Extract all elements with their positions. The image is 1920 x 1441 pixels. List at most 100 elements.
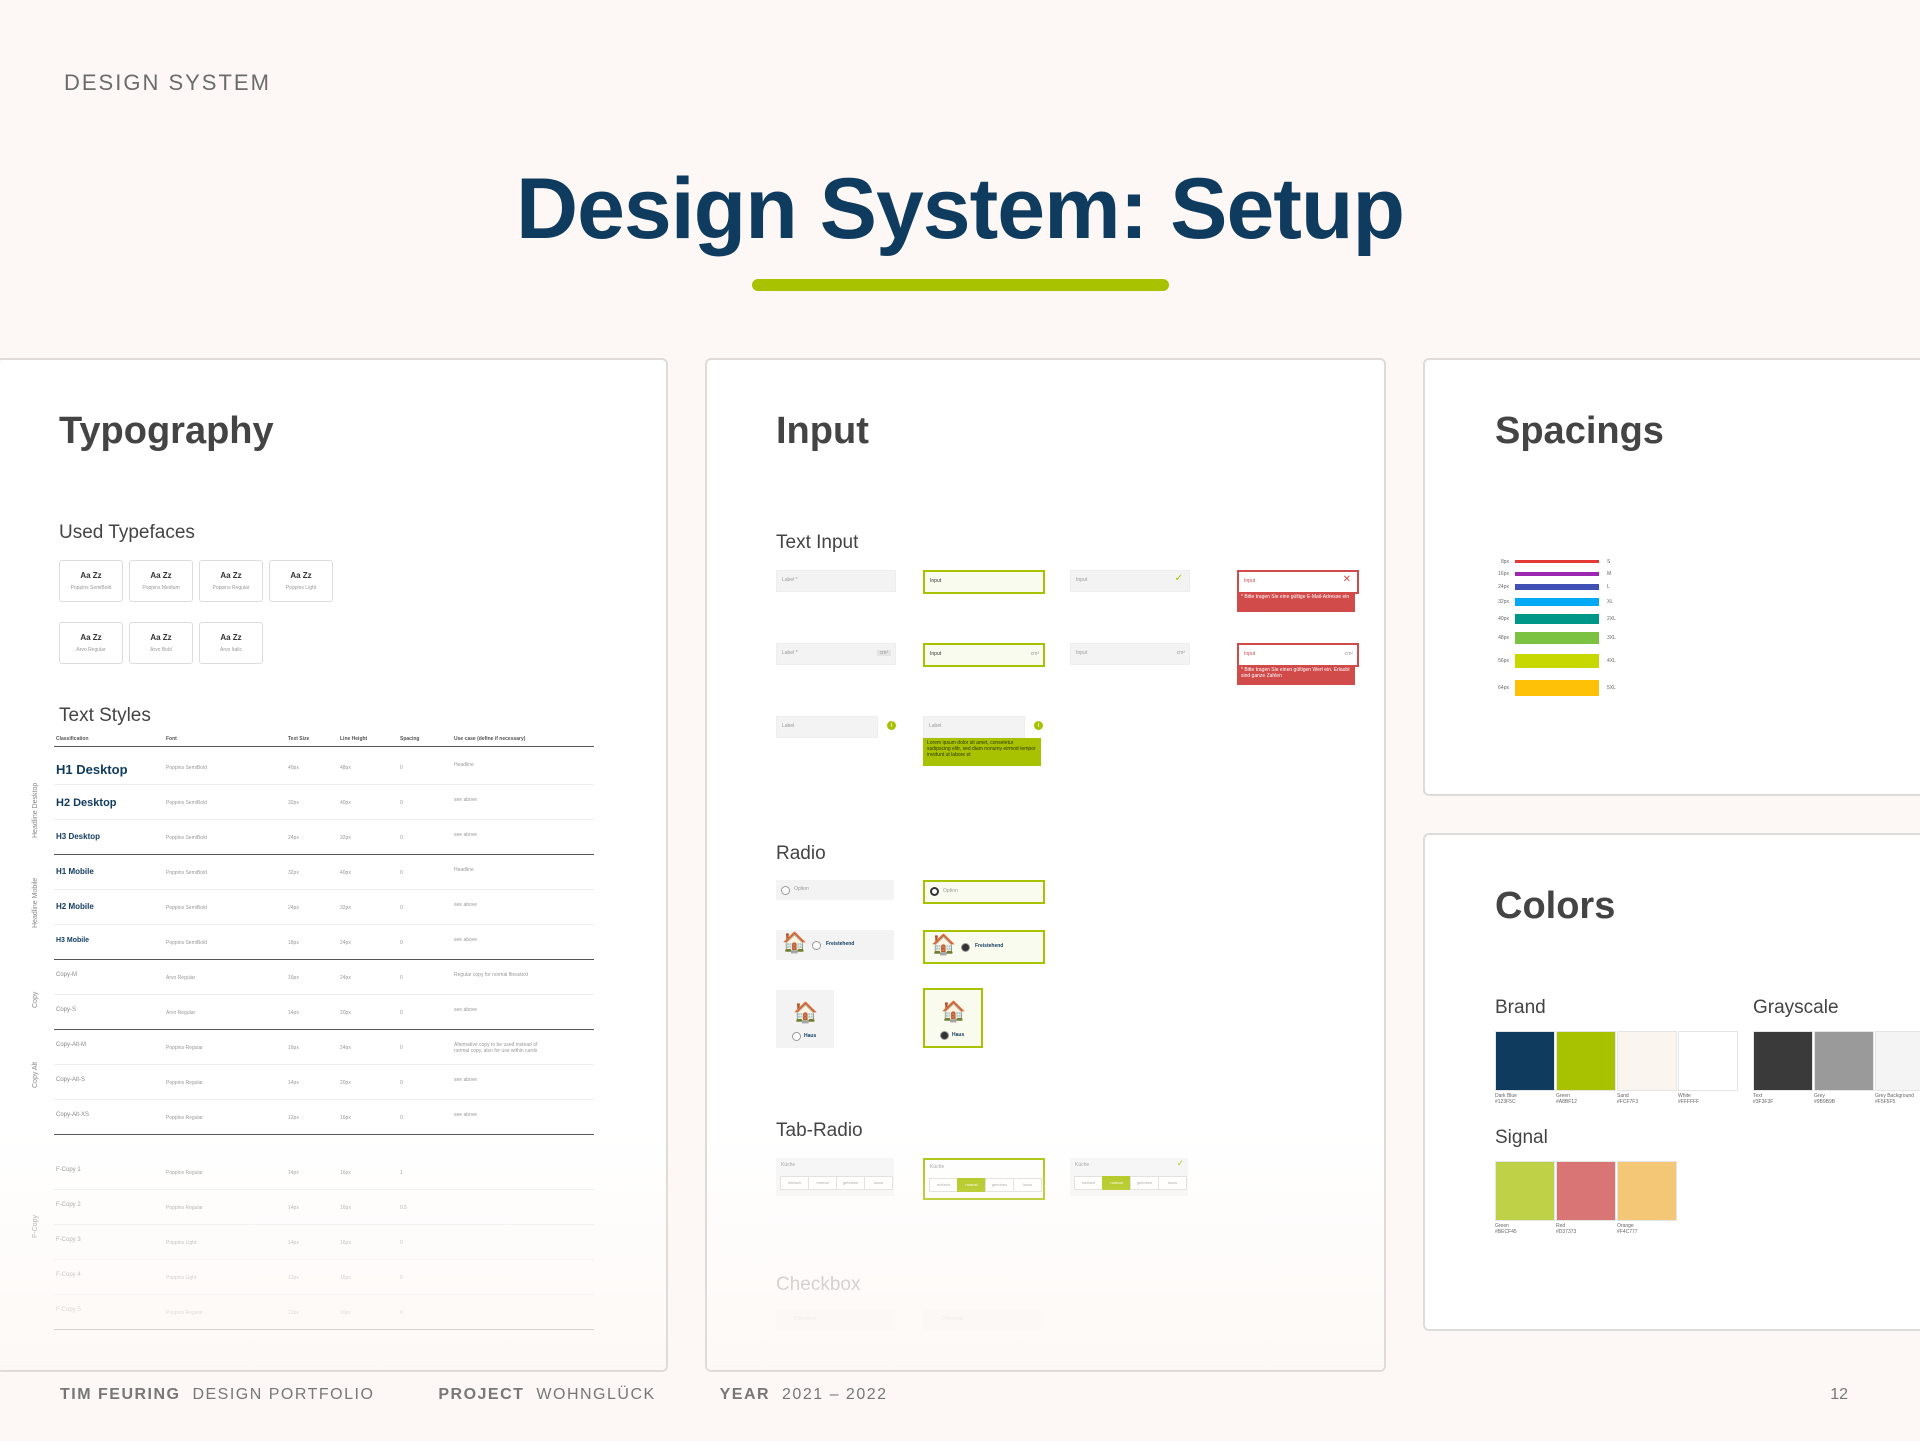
text-input-unit-focused[interactable]: Input cm²	[923, 643, 1045, 667]
typeface-sample: Aa Zz Poppins SemiBold	[59, 560, 123, 602]
typeface-sample: Aa Zz Arvo Italic	[199, 622, 263, 664]
tab-radio-field[interactable]: Küche einfach normal gehoben luxus	[923, 1158, 1045, 1200]
style-line: 16px	[340, 1310, 351, 1316]
tab-option[interactable]: normal	[957, 1178, 986, 1192]
style-font: Poppins Light	[166, 1275, 197, 1281]
house-icon: 🏠	[793, 1002, 818, 1024]
section-eyebrow: DESIGN SYSTEM	[64, 70, 271, 95]
spacing-name: L	[1607, 584, 1610, 590]
text-input-unit-default[interactable]: Label * cm²	[776, 643, 896, 665]
style-spacing: 0	[400, 835, 403, 841]
swatch-caption: Sand #FCF7F3	[1617, 1093, 1675, 1105]
table-row: F-Copy 1 Poppins Regular 14px 16px 1	[54, 1155, 594, 1190]
table-row: Copy-M Arvo Regular 16px 24px 0 Regular copy …	[54, 960, 594, 995]
spacing-name: XL	[1607, 599, 1614, 605]
radio-house-selected[interactable]: 🏠 Freistehend	[923, 930, 1045, 964]
field-value: Input	[1076, 650, 1088, 656]
tab-option[interactable]: normal	[808, 1176, 837, 1190]
typeface-glyphs: Aa Zz	[220, 633, 242, 642]
style-size: 16px	[288, 975, 299, 981]
colors-title: Colors	[1495, 885, 1616, 927]
checkbox-checked[interactable]: Checkbox	[923, 1310, 1041, 1330]
group-label: Headline Mobile	[32, 877, 39, 928]
tab-option[interactable]: gehoben	[836, 1176, 865, 1190]
tab-option[interactable]: gehoben	[1130, 1176, 1159, 1190]
typography-title: Typography	[59, 410, 274, 452]
tab-field-label: Küche	[930, 1164, 945, 1170]
spacing-name: 3XL	[1607, 635, 1616, 641]
field-label: Label	[929, 723, 942, 729]
radio-house-default[interactable]: 🏠 Freistehend	[776, 930, 894, 960]
text-input-valid[interactable]: Input ✓	[1070, 570, 1190, 592]
radio-option-default[interactable]: Option	[776, 880, 894, 900]
spacing-bar	[1515, 614, 1599, 624]
text-input-info-open[interactable]: Label	[923, 716, 1025, 738]
error-message: * Bitte tragen Sie eine gültige E-Mail-A…	[1237, 592, 1355, 612]
tab-option[interactable]: luxus	[1013, 1178, 1042, 1192]
tab-radio-field[interactable]: Küche einfach normal gehoben luxus	[776, 1158, 894, 1196]
colors-card: Colors Brand Grayscale Signal Dark Blue #…	[1423, 833, 1920, 1331]
spacing-px: 24px	[1498, 584, 1509, 590]
input-title: Input	[776, 410, 869, 452]
tab-option[interactable]: gehoben	[985, 1178, 1014, 1192]
style-size: 32px	[288, 870, 299, 876]
style-line: 40px	[340, 870, 351, 876]
swatch-hex: #BECF45	[1495, 1229, 1517, 1235]
style-spacing: 0	[400, 765, 403, 771]
radio-card-default[interactable]: 🏠 Haus	[776, 990, 834, 1048]
style-line: 16px	[340, 1170, 351, 1176]
checkbox-text: Checkbox	[794, 1316, 817, 1322]
swatch-caption: Green #A8BF12	[1556, 1093, 1614, 1105]
swatch-hex: #F5F5F5	[1875, 1099, 1896, 1105]
spacing-px: 32px	[1498, 599, 1509, 605]
table-row: H3 Mobile Poppins SemiBold 18px 24px 0 see ab…	[54, 925, 594, 960]
table-row: F-Copy 3 Poppins Light 14px 16px 0	[54, 1225, 594, 1260]
tab-option[interactable]: einfach	[1074, 1176, 1103, 1190]
style-spacing: 0	[400, 1115, 403, 1121]
radio-option-selected[interactable]: Option	[923, 880, 1045, 904]
info-icon[interactable]: i	[887, 721, 896, 730]
color-swatch-signal	[1495, 1161, 1555, 1221]
swatch-caption: Dark Blue #123F5C	[1495, 1093, 1553, 1105]
style-name: H2 Mobile	[56, 902, 94, 911]
tab-option[interactable]: einfach	[929, 1178, 958, 1192]
text-input-error[interactable]: Input ✕	[1237, 570, 1359, 594]
color-swatch-grayscale	[1875, 1031, 1920, 1091]
tab-option[interactable]: normal	[1102, 1176, 1131, 1190]
text-input-focused[interactable]: Input	[923, 570, 1045, 594]
info-icon[interactable]: i	[1034, 721, 1043, 730]
radio-card-text: Haus	[804, 1033, 817, 1039]
text-input-info[interactable]: Label	[776, 716, 878, 738]
text-input-unit-error[interactable]: Input cm²	[1237, 643, 1359, 667]
style-font: Poppins SemiBold	[166, 940, 207, 946]
style-line: 40px	[340, 800, 351, 806]
page-number: 12	[1830, 1386, 1848, 1403]
color-swatch-brand	[1617, 1031, 1677, 1091]
style-spacing: 0	[400, 1310, 403, 1316]
style-line: 16px	[340, 1240, 351, 1246]
text-input-default[interactable]: Label *	[776, 570, 896, 592]
table-row: H2 Mobile Poppins SemiBold 24px 32px 0 see ab…	[54, 890, 594, 925]
swatch-caption: Red #D37373	[1556, 1223, 1614, 1235]
footer-project-rest: WOHNGLÜCK	[536, 1386, 656, 1403]
text-input-unit-valid[interactable]: Input cm²	[1070, 643, 1190, 665]
style-size: 16px	[288, 1045, 299, 1051]
tab-option[interactable]: luxus	[864, 1176, 893, 1190]
footer-year-rest: 2021 – 2022	[782, 1386, 888, 1403]
style-spacing: 0	[400, 975, 403, 981]
style-spacing: 0	[400, 870, 403, 876]
tab-option[interactable]: einfach	[780, 1176, 809, 1190]
style-spacing: 0	[400, 905, 403, 911]
table-row: F-Copy 2 Poppins Regular 14px 16px 0.5	[54, 1190, 594, 1225]
tab-radio-field[interactable]: Küche einfach normal gehoben luxus ✓	[1070, 1158, 1188, 1196]
typeface-glyphs: Aa Zz	[150, 571, 172, 580]
spacing-name: 4XL	[1607, 658, 1616, 664]
typeface-glyphs: Aa Zz	[220, 571, 242, 580]
radio-card-selected[interactable]: 🏠 Haus	[923, 988, 983, 1048]
checkbox-default[interactable]: Checkbox	[776, 1310, 894, 1330]
style-spacing: 0	[400, 940, 403, 946]
style-size: 14px	[288, 1240, 299, 1246]
tab-option[interactable]: luxus	[1158, 1176, 1187, 1190]
column-header: Use case (define if necessary)	[454, 736, 526, 742]
grayscale-label: Grayscale	[1753, 997, 1839, 1018]
